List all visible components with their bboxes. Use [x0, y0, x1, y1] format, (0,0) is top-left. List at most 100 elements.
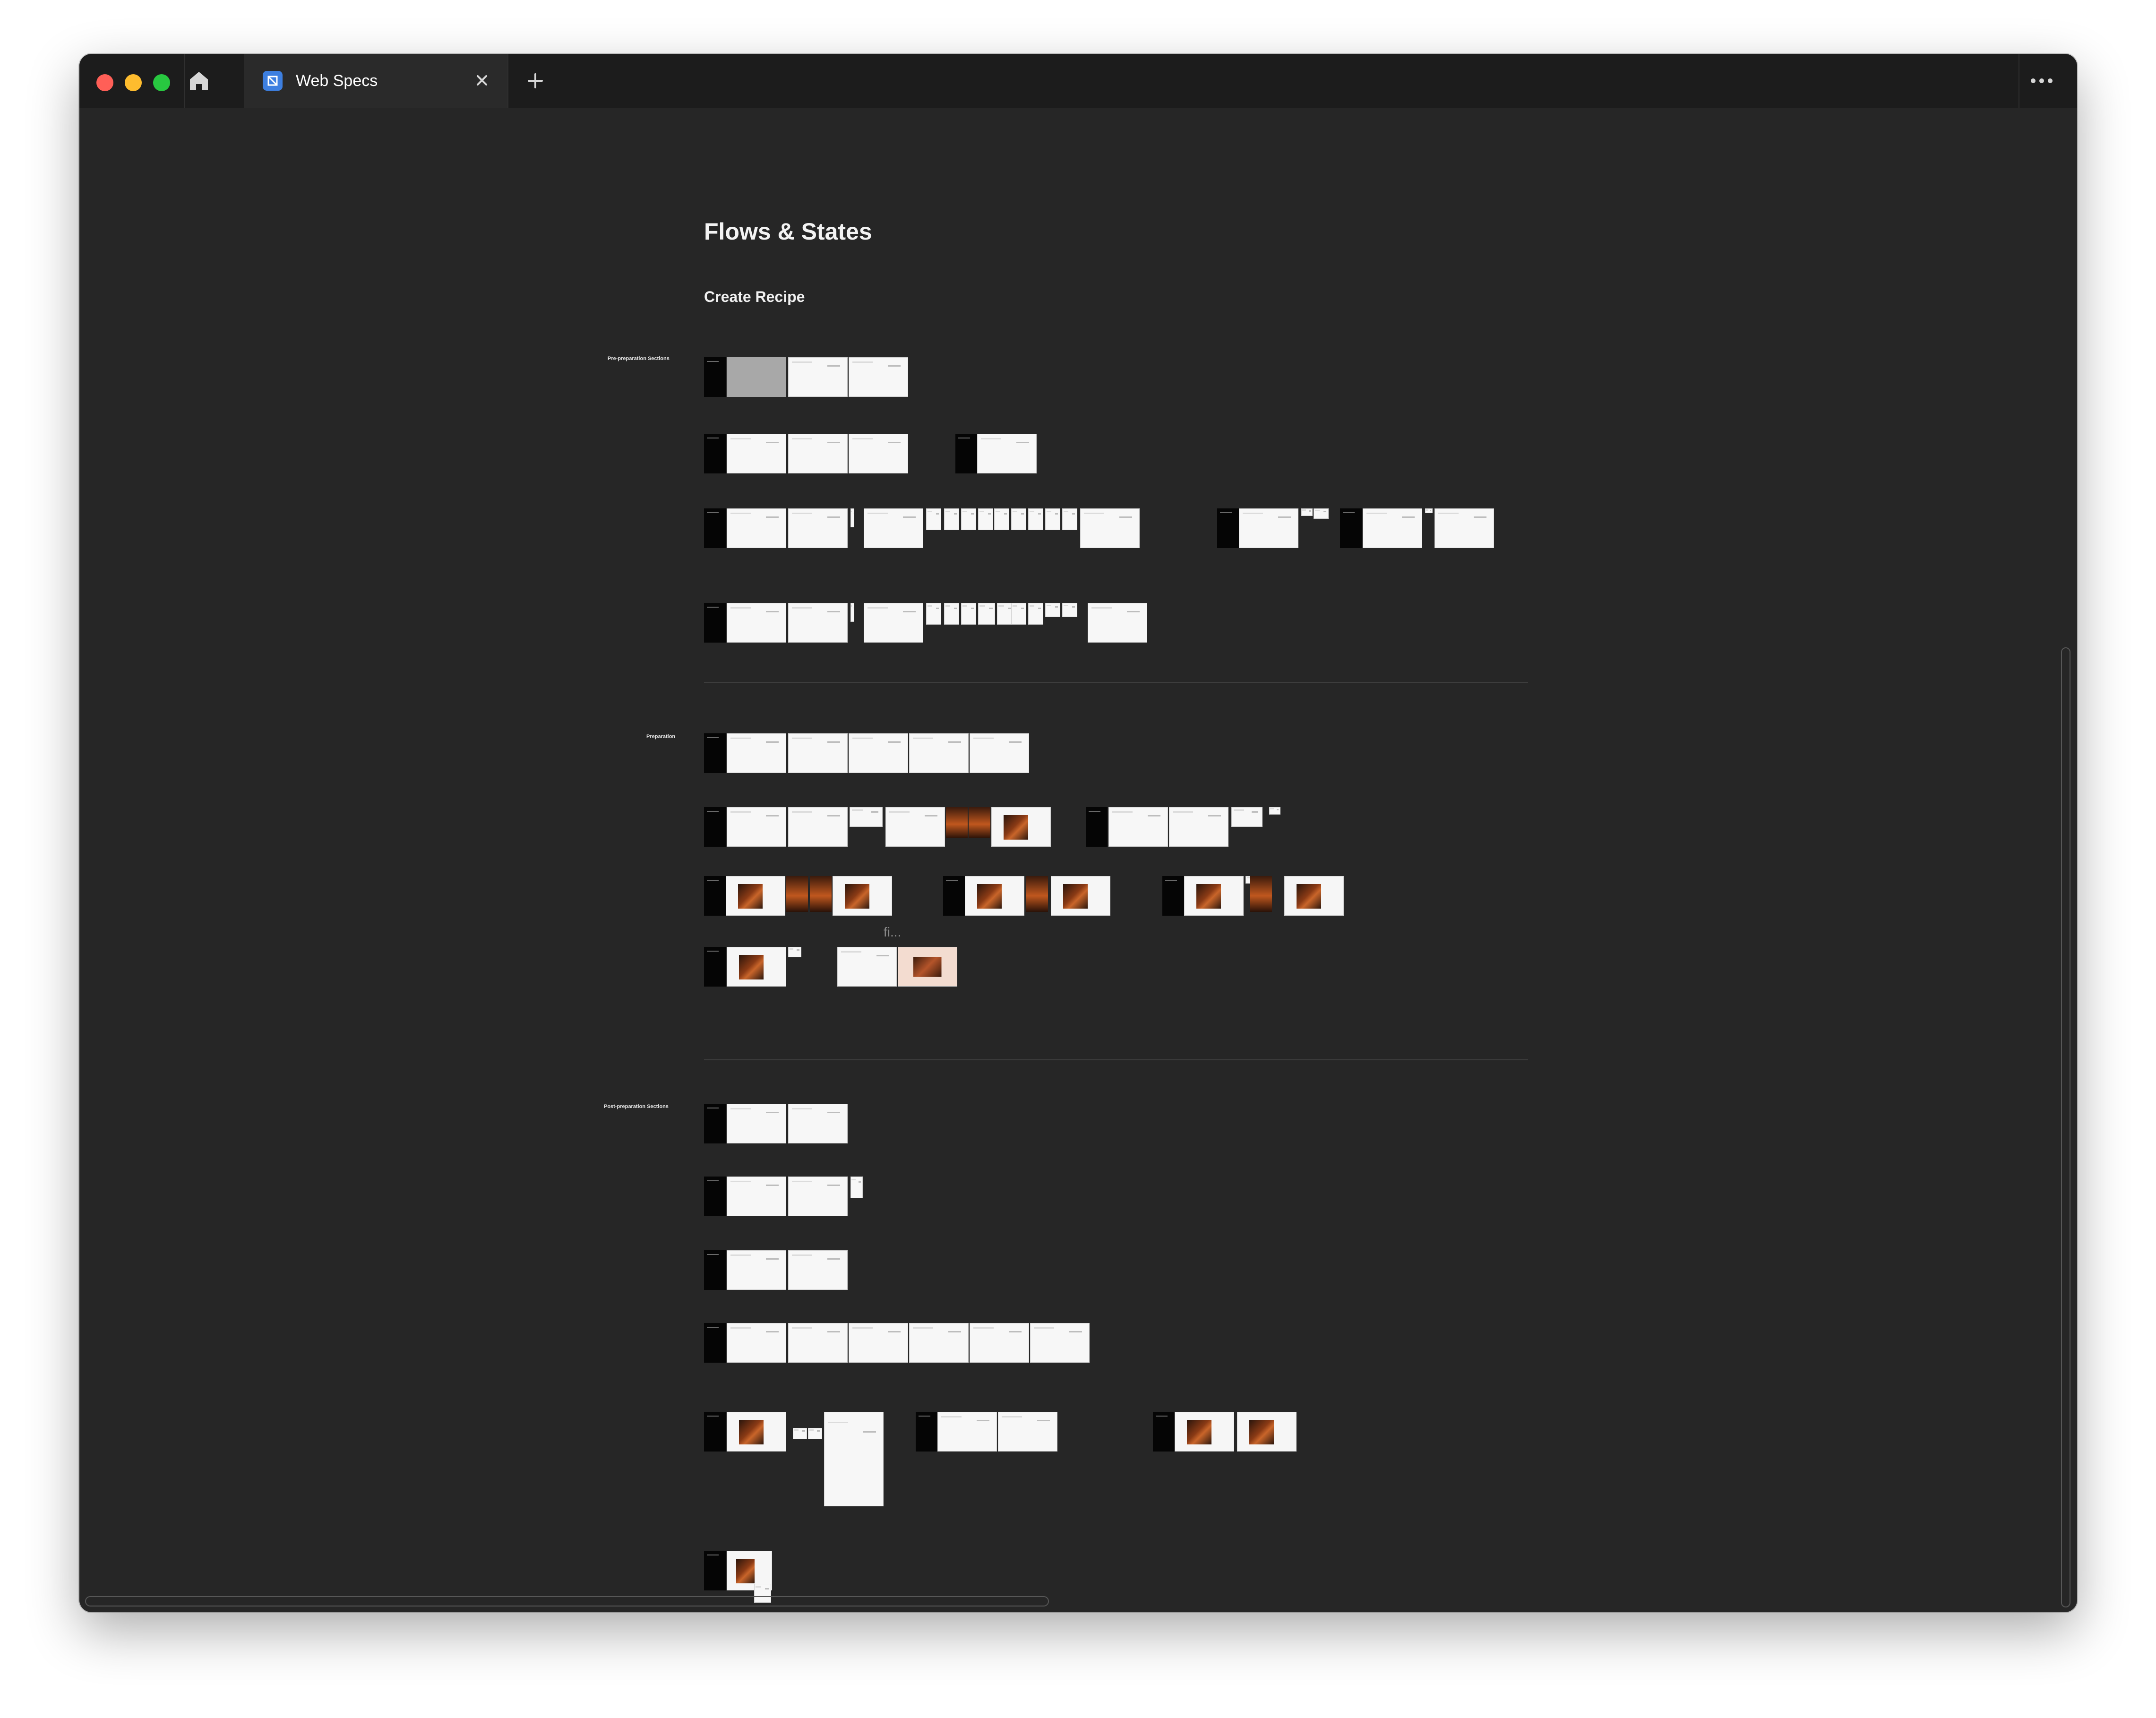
canvas-frame-thumbnail[interactable]	[788, 1104, 848, 1143]
canvas-frame-thumbnail[interactable]	[926, 603, 941, 625]
canvas-frame-thumbnail[interactable]	[1269, 807, 1280, 815]
canvas-frame-thumbnail[interactable]	[864, 508, 923, 548]
canvas-frame-thumbnail[interactable]	[1028, 603, 1043, 625]
canvas-frame-thumbnail[interactable]	[704, 807, 726, 847]
canvas-frame-thumbnail[interactable]	[1026, 876, 1048, 912]
canvas-frame-thumbnail[interactable]	[704, 876, 726, 916]
canvas-frame-thumbnail[interactable]	[788, 1323, 848, 1363]
canvas-frame-thumbnail[interactable]	[1088, 603, 1147, 643]
canvas-frame-thumbnail[interactable]	[727, 1323, 786, 1363]
canvas-frame-thumbnail[interactable]	[727, 1104, 786, 1143]
canvas-frame-thumbnail[interactable]	[704, 434, 726, 473]
canvas-frame-thumbnail[interactable]	[909, 1323, 969, 1363]
canvas-frame-thumbnail[interactable]	[727, 434, 786, 473]
canvas-frame-thumbnail[interactable]	[1340, 508, 1362, 548]
canvas-frame-thumbnail[interactable]	[946, 807, 968, 838]
canvas-frame-thumbnail[interactable]	[727, 807, 786, 847]
canvas-frame-thumbnail[interactable]	[788, 733, 848, 773]
home-button[interactable]	[184, 67, 214, 94]
canvas-frame-thumbnail[interactable]	[810, 876, 832, 912]
canvas-frame-thumbnail[interactable]	[1011, 603, 1026, 625]
canvas-frame-thumbnail[interactable]	[788, 1177, 848, 1216]
canvas-frame-thumbnail[interactable]	[944, 603, 959, 625]
canvas-frame-thumbnail[interactable]	[704, 357, 726, 397]
canvas-frame-thumbnail[interactable]	[704, 1104, 726, 1143]
canvas-frame-thumbnail[interactable]	[727, 603, 786, 643]
canvas-frame-thumbnail[interactable]	[1301, 508, 1313, 516]
tab-web-specs[interactable]: Web Specs	[244, 54, 508, 108]
canvas-frame-thumbnail[interactable]	[943, 876, 965, 916]
canvas-frame-thumbnail[interactable]	[788, 357, 848, 397]
canvas-frame-thumbnail[interactable]	[1314, 508, 1329, 519]
section-label-preparation[interactable]: Preparation	[646, 733, 675, 740]
canvas-frame-thumbnail[interactable]	[961, 508, 976, 530]
canvas-frame-thumbnail[interactable]	[727, 357, 786, 397]
canvas-frame-thumbnail[interactable]	[704, 1323, 726, 1363]
canvas-frame-thumbnail[interactable]	[849, 733, 908, 773]
canvas-frame-thumbnail[interactable]	[991, 807, 1051, 847]
canvas-frame-thumbnail[interactable]	[1108, 807, 1168, 847]
canvas-frame-thumbnail[interactable]	[1231, 807, 1263, 827]
canvas-frame-thumbnail[interactable]	[727, 1177, 786, 1216]
canvas-frame-thumbnail[interactable]	[1045, 508, 1060, 530]
close-window-button[interactable]	[96, 74, 113, 91]
minimize-window-button[interactable]	[125, 74, 142, 91]
horizontal-scrollbar[interactable]	[85, 1596, 1049, 1606]
canvas-frame-thumbnail[interactable]	[937, 1412, 997, 1452]
canvas-frame-thumbnail[interactable]	[909, 733, 969, 773]
canvas-frame-thumbnail[interactable]	[788, 434, 848, 473]
canvas-frame-thumbnail[interactable]	[944, 508, 959, 530]
canvas-frame-thumbnail[interactable]	[849, 1323, 908, 1363]
canvas-frame-thumbnail[interactable]	[1284, 876, 1344, 916]
canvas-frame-thumbnail[interactable]	[786, 876, 808, 912]
canvas-frame-thumbnail[interactable]	[1051, 876, 1110, 916]
canvas-frame-thumbnail[interactable]	[704, 1551, 726, 1590]
canvas-frame-thumbnail[interactable]	[726, 876, 785, 916]
canvas-frame-thumbnail[interactable]	[788, 603, 848, 643]
canvas-frame-thumbnail[interactable]	[808, 1428, 822, 1439]
canvas-frame-thumbnail[interactable]	[1062, 603, 1077, 617]
canvas-frame-thumbnail[interactable]	[704, 733, 726, 773]
canvas-frame-thumbnail[interactable]	[1011, 508, 1026, 530]
zoom-window-button[interactable]	[153, 74, 170, 91]
canvas-frame-thumbnail[interactable]	[1217, 508, 1239, 548]
canvas-frame-thumbnail[interactable]	[864, 603, 923, 643]
canvas-frame-thumbnail[interactable]	[969, 807, 990, 838]
canvas-frame-thumbnail[interactable]	[788, 947, 801, 957]
canvas-frame-thumbnail[interactable]	[704, 1177, 726, 1216]
canvas-frame-thumbnail[interactable]	[704, 1250, 726, 1290]
canvas-frame-thumbnail[interactable]	[978, 603, 995, 625]
canvas-frame-thumbnail[interactable]	[977, 434, 1037, 473]
section-label-post-preparation[interactable]: Post-preparation Sections	[604, 1103, 669, 1110]
canvas-frame-thumbnail[interactable]	[1169, 807, 1228, 847]
canvas-frame-thumbnail[interactable]	[833, 876, 892, 916]
canvas-frame-thumbnail[interactable]	[727, 947, 786, 987]
canvas-frame-thumbnail[interactable]	[1162, 876, 1184, 916]
canvas-frame-thumbnail[interactable]	[788, 1250, 848, 1290]
canvas-frame-thumbnail[interactable]	[961, 603, 976, 625]
canvas-frame-thumbnail[interactable]	[849, 357, 908, 397]
close-tab-button[interactable]	[473, 72, 490, 89]
design-canvas[interactable]: Flows & States Create Recipe Pre-prepara…	[79, 108, 2077, 1612]
canvas-frame-thumbnail[interactable]	[998, 1412, 1057, 1452]
canvas-frame-thumbnail[interactable]	[1434, 508, 1494, 548]
canvas-frame-thumbnail[interactable]	[850, 1177, 863, 1198]
canvas-frame-thumbnail[interactable]	[1045, 603, 1060, 617]
canvas-frame-thumbnail[interactable]	[704, 603, 726, 643]
canvas-frame-thumbnail[interactable]	[788, 508, 848, 548]
canvas-frame-thumbnail[interactable]	[1153, 1412, 1175, 1452]
canvas-frame-thumbnail[interactable]	[1028, 508, 1043, 530]
vertical-scrollbar[interactable]	[2061, 647, 2070, 1607]
canvas-frame-thumbnail[interactable]	[704, 508, 726, 548]
canvas-frame-thumbnail[interactable]	[1062, 508, 1077, 530]
canvas-frame-thumbnail[interactable]	[955, 434, 977, 473]
canvas-frame-thumbnail[interactable]	[704, 1412, 726, 1452]
canvas-frame-thumbnail[interactable]	[1363, 508, 1422, 548]
canvas-frame-thumbnail[interactable]	[788, 807, 848, 847]
canvas-frame-thumbnail[interactable]	[1184, 876, 1244, 916]
new-tab-button[interactable]	[524, 70, 546, 92]
canvas-frame-thumbnail[interactable]	[1175, 1412, 1234, 1452]
canvas-frame-thumbnail[interactable]	[1030, 1323, 1090, 1363]
canvas-frame-thumbnail[interactable]	[994, 508, 1009, 530]
canvas-frame-thumbnail[interactable]	[727, 1250, 786, 1290]
